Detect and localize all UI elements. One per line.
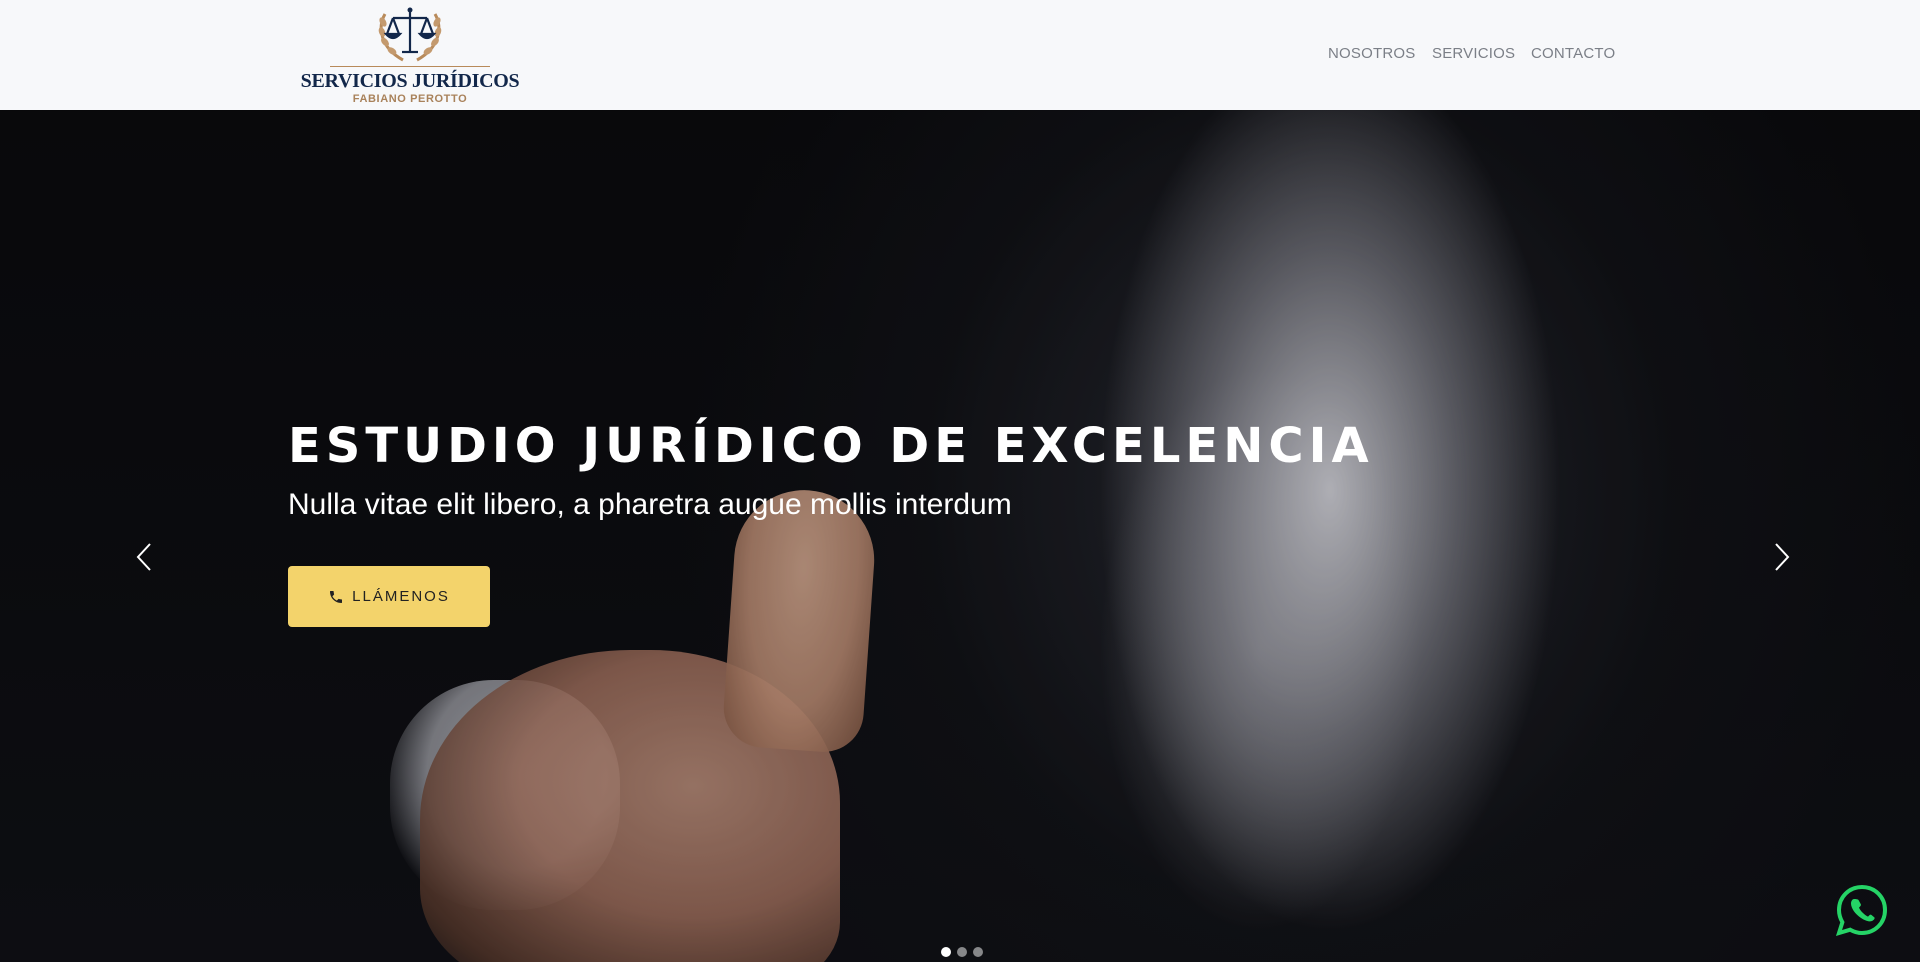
whatsapp-button[interactable] <box>1834 882 1890 938</box>
logo-divider <box>330 66 490 67</box>
carousel-prev-button[interactable] <box>130 532 160 582</box>
brand-title: SERVICIOS JURÍDICOS <box>300 70 520 92</box>
chevron-right-icon <box>1775 543 1790 571</box>
brand-subtitle: FABIANO PEROTTO <box>352 93 468 105</box>
nav-item-nosotros[interactable]: NOSOTROS <box>1328 45 1415 62</box>
carousel-next-button[interactable] <box>1766 532 1796 582</box>
phone-icon <box>330 590 343 603</box>
hero-title: ESTUDIO JURÍDICO DE EXCELENCIA <box>288 418 1374 474</box>
carousel-dot-2[interactable] <box>957 947 967 957</box>
chevron-left-icon <box>136 543 151 571</box>
scales-of-justice-icon <box>378 7 442 62</box>
brand-logo[interactable]: SERVICIOS JURÍDICOS FABIANO PEROTTO <box>300 4 520 106</box>
nav-item-servicios[interactable]: SERVICIOS <box>1432 45 1515 62</box>
whatsapp-icon <box>1835 884 1888 936</box>
call-us-label: LLÁMENOS <box>352 588 450 605</box>
hero-carousel: ESTUDIO JURÍDICO DE EXCELENCIA Nulla vit… <box>0 110 1920 962</box>
call-us-button[interactable]: LLÁMENOS <box>288 566 490 627</box>
carousel-dot-1[interactable] <box>941 947 951 957</box>
carousel-dot-3[interactable] <box>973 947 983 957</box>
navbar: SERVICIOS JURÍDICOS FABIANO PEROTTO NOSO… <box>0 0 1920 110</box>
carousel-indicators <box>941 947 983 957</box>
hero-overlay <box>0 110 1920 962</box>
nav-item-contacto[interactable]: CONTACTO <box>1531 45 1615 62</box>
hero-subtitle: Nulla vitae elit libero, a pharetra augu… <box>288 488 1012 521</box>
